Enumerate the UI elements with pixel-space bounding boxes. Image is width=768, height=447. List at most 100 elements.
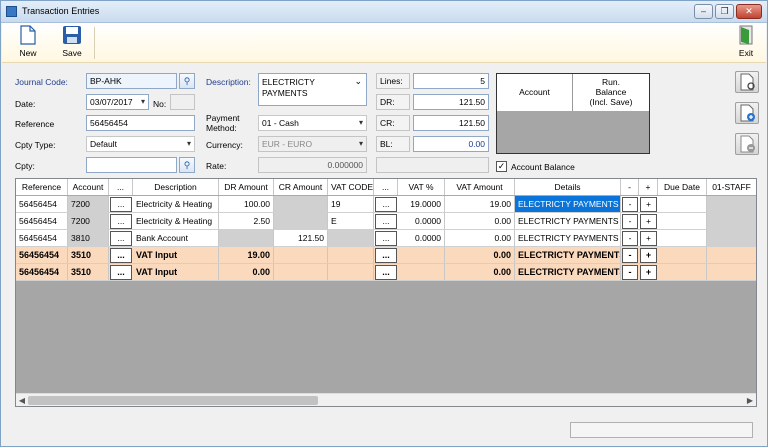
cell-minus[interactable]: - — [622, 214, 638, 229]
horizontal-scrollbar[interactable]: ◀ ▶ — [16, 393, 756, 406]
cell-account-lookup[interactable]: ... — [110, 214, 132, 229]
scroll-right-icon[interactable]: ▶ — [744, 394, 756, 406]
header-col-plus[interactable]: + — [639, 179, 658, 195]
cell-vat-lookup[interactable]: ... — [375, 197, 397, 212]
cell-due-date[interactable] — [658, 196, 707, 212]
cell-vat-code[interactable] — [328, 264, 374, 280]
cell-account-lookup[interactable]: ... — [110, 231, 132, 246]
cell-dr-amount[interactable]: 19.00 — [219, 247, 274, 263]
reference-input[interactable]: 56456454 — [86, 115, 195, 131]
description-input[interactable]: ELECTRICTY PAYMENTS ⌄ — [258, 73, 367, 106]
cell-vat-pct[interactable]: 0.0000 — [398, 230, 445, 246]
cell-plus[interactable]: + — [640, 265, 657, 280]
cpty-search-button[interactable]: ⚲ — [179, 157, 195, 173]
cell-minus[interactable]: - — [622, 265, 638, 280]
scrollbar-thumb[interactable] — [28, 396, 318, 405]
cell-plus[interactable]: + — [640, 197, 657, 212]
document-search-button[interactable] — [735, 71, 759, 93]
cell-vat-code[interactable] — [328, 247, 374, 263]
cell-cr-amount[interactable] — [274, 213, 328, 229]
cell-vat-amount[interactable]: 0.00 — [445, 247, 515, 263]
cell-dr-amount[interactable]: 0.00 — [219, 264, 274, 280]
cell-account[interactable]: 7200 — [68, 196, 109, 212]
table-row[interactable]: 56456454 7200... Electricity & Heating 100.… — [16, 196, 756, 213]
header-col-cr-amount[interactable]: CR Amount — [274, 179, 328, 195]
cell-plus[interactable]: + — [640, 214, 657, 229]
cell-vat-lookup[interactable]: ... — [375, 265, 397, 280]
journal-code-search-button[interactable]: ⚲ — [179, 73, 195, 89]
cell-account-lookup[interactable]: ... — [110, 248, 132, 263]
cell-description[interactable]: Electricity & Heating — [133, 196, 219, 212]
table-row[interactable]: 56456454 3510... VAT Input 0.00... 0.00 ELECT… — [16, 264, 756, 281]
cell-dr-amount[interactable] — [219, 230, 274, 246]
cell-dr-amount[interactable]: 100.00 — [219, 196, 274, 212]
table-row[interactable]: 56456454 3810... Bank Account 121.50... 0.00… — [16, 230, 756, 247]
close-button[interactable]: ✕ — [736, 4, 762, 19]
cell-01-staff[interactable] — [707, 230, 756, 246]
cell-minus[interactable]: - — [622, 231, 638, 246]
cell-vat-pct[interactable]: 0.0000 — [398, 213, 445, 229]
cell-description[interactable]: VAT Input — [133, 247, 219, 263]
cell-reference[interactable]: 56456454 — [16, 213, 68, 229]
cell-reference[interactable]: 56456454 — [16, 264, 68, 280]
cpty-type-select[interactable]: Default — [86, 136, 195, 152]
cell-01-staff[interactable] — [707, 264, 756, 280]
cell-vat-pct[interactable] — [398, 264, 445, 280]
cell-01-staff[interactable] — [707, 247, 756, 263]
cell-due-date[interactable] — [658, 247, 707, 263]
minimize-button[interactable]: – — [694, 4, 713, 19]
new-button[interactable]: New — [12, 23, 44, 61]
cell-vat-code[interactable]: 19 — [328, 196, 374, 212]
header-col-due-date[interactable]: Due Date — [658, 179, 707, 195]
journal-code-input[interactable]: BP-AHK — [86, 73, 177, 89]
transaction-grid[interactable]: Reference Account... Description DR Amount C… — [15, 178, 757, 407]
cell-plus[interactable]: + — [640, 231, 657, 246]
header-col-01-staff[interactable]: 01-STAFF — [707, 179, 756, 195]
header-col-reference[interactable]: Reference — [16, 179, 68, 195]
table-row[interactable]: 56456454 3510... VAT Input 19.00... 0.00 ELEC… — [16, 247, 756, 264]
cell-details[interactable]: ELECTRICTY PAYMENTS — [515, 264, 621, 280]
cell-reference[interactable]: 56456454 — [16, 230, 68, 246]
document-remove-button[interactable] — [735, 133, 759, 155]
cell-details[interactable]: ELECTRICTY PAYMENTS — [515, 196, 621, 212]
cell-vat-lookup[interactable]: ... — [375, 248, 397, 263]
cell-minus[interactable]: - — [622, 248, 638, 263]
cell-vat-pct[interactable]: 19.0000 — [398, 196, 445, 212]
cell-01-staff[interactable] — [707, 213, 756, 229]
document-add-button[interactable] — [735, 102, 759, 124]
account-balance-checkbox[interactable]: ✓ — [496, 161, 507, 172]
exit-button[interactable]: Exit — [731, 23, 761, 61]
cell-01-staff[interactable] — [707, 196, 756, 212]
cpty-input[interactable] — [86, 157, 177, 173]
date-picker[interactable]: 03/07/2017 — [86, 94, 149, 110]
cell-vat-amount[interactable]: 0.00 — [445, 264, 515, 280]
cell-description[interactable]: VAT Input — [133, 264, 219, 280]
header-col-minus[interactable]: - — [621, 179, 639, 195]
cell-cr-amount[interactable] — [274, 264, 328, 280]
cell-cr-amount[interactable] — [274, 196, 328, 212]
cell-vat-amount[interactable]: 0.00 — [445, 230, 515, 246]
header-col-vat-amount[interactable]: VAT Amount — [445, 179, 515, 195]
cell-plus[interactable]: + — [640, 248, 657, 263]
restore-button[interactable]: ❐ — [715, 4, 734, 19]
cell-details[interactable]: ELECTRICTY PAYMENTS — [515, 230, 621, 246]
cell-vat-code[interactable] — [328, 230, 374, 246]
cell-vat-amount[interactable]: 19.00 — [445, 196, 515, 212]
cell-due-date[interactable] — [658, 230, 707, 246]
cell-vat-code[interactable]: E — [328, 213, 374, 229]
header-col-account[interactable]: Account — [68, 179, 109, 195]
cell-dr-amount[interactable]: 2.50 — [219, 213, 274, 229]
cell-details[interactable]: ELECTRICTY PAYMENTS — [515, 247, 621, 263]
header-col-vat-code[interactable]: VAT CODE — [328, 179, 374, 195]
header-col-vat-lookup[interactable]: ... — [374, 179, 398, 195]
cell-due-date[interactable] — [658, 213, 707, 229]
cell-description[interactable]: Electricity & Heating — [133, 213, 219, 229]
cell-account-lookup[interactable]: ... — [110, 197, 132, 212]
table-row[interactable]: 56456454 7200... Electricity & Heating 2.50… — [16, 213, 756, 230]
cell-vat-lookup[interactable]: ... — [375, 231, 397, 246]
header-col-details[interactable]: Details — [515, 179, 621, 195]
cell-account[interactable]: 7200 — [68, 213, 109, 229]
cell-account[interactable]: 3510 — [68, 264, 109, 280]
cell-details[interactable]: ELECTRICTY PAYMENTS — [515, 213, 621, 229]
cell-cr-amount[interactable]: 121.50 — [274, 230, 328, 246]
